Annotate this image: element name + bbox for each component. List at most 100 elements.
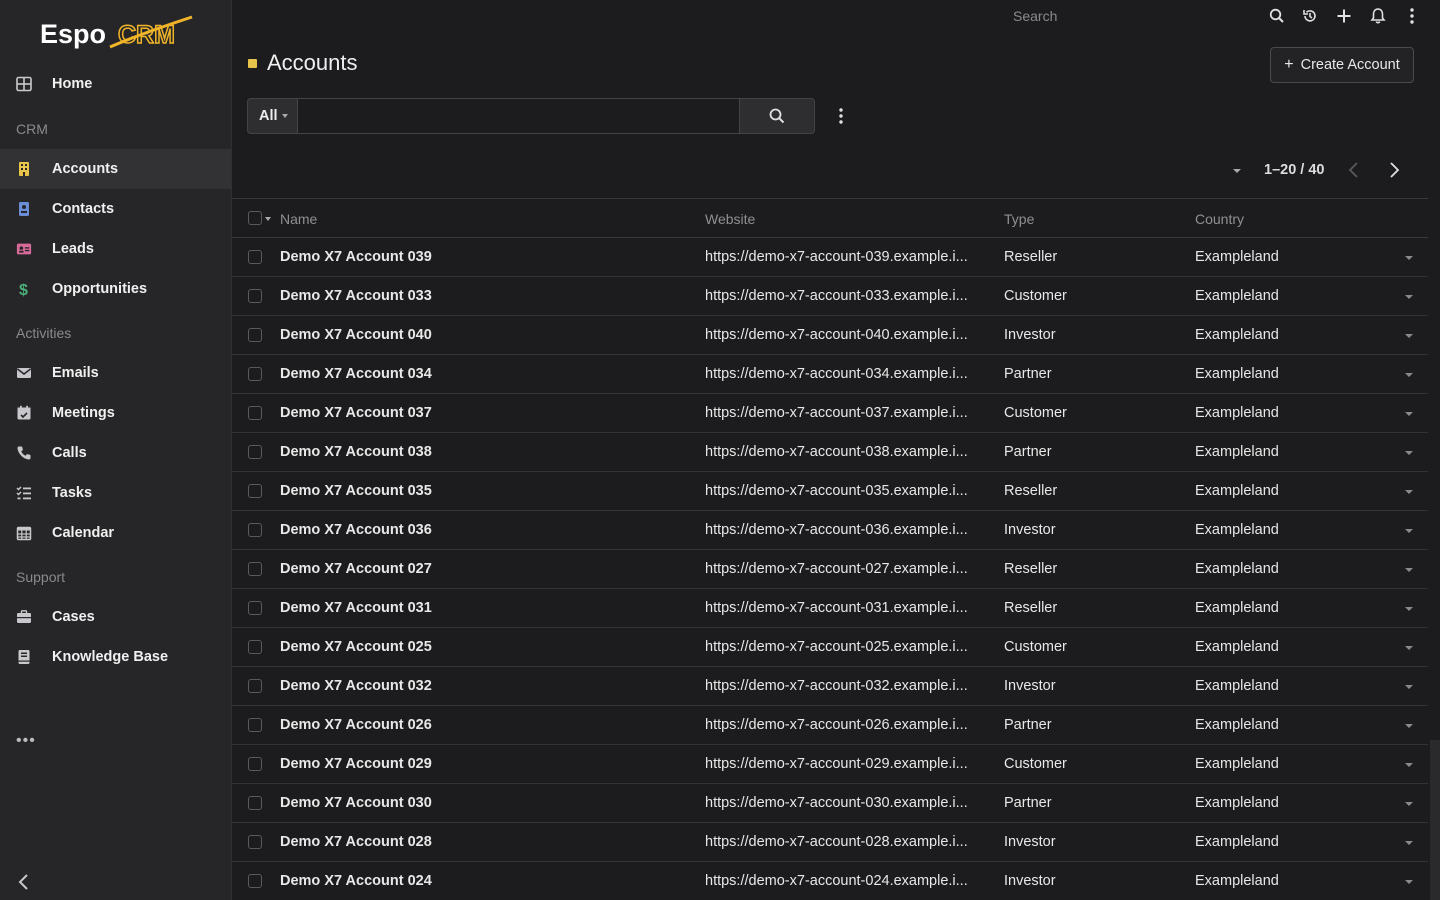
bell-icon[interactable] — [1369, 7, 1387, 25]
row-checkbox[interactable] — [248, 445, 262, 459]
account-name-link[interactable]: Demo X7 Account 030 — [280, 795, 680, 811]
table-row[interactable]: Demo X7 Account 025 https://demo-x7-accou… — [232, 628, 1428, 667]
table-row[interactable]: Demo X7 Account 035 https://demo-x7-accou… — [232, 472, 1428, 511]
account-website-link[interactable]: https://demo-x7-account-024.example.i... — [705, 873, 990, 889]
create-account-button[interactable]: + Create Account — [1270, 47, 1414, 83]
column-header-country[interactable]: Country — [1195, 211, 1244, 227]
select-all-caret-icon[interactable] — [265, 217, 271, 221]
sidebar-more-button[interactable]: ••• — [16, 732, 36, 750]
row-checkbox[interactable] — [248, 367, 262, 381]
row-checkbox[interactable] — [248, 757, 262, 771]
filter-all-dropdown[interactable]: All — [247, 98, 298, 134]
row-actions-caret-icon[interactable] — [1405, 256, 1413, 260]
row-actions-caret-icon[interactable] — [1405, 841, 1413, 845]
row-checkbox[interactable] — [248, 601, 262, 615]
table-row[interactable]: Demo X7 Account 038 https://demo-x7-accou… — [232, 433, 1428, 472]
row-actions-caret-icon[interactable] — [1405, 334, 1413, 338]
account-name-link[interactable]: Demo X7 Account 027 — [280, 561, 680, 577]
table-row[interactable]: Demo X7 Account 031 https://demo-x7-accou… — [232, 589, 1428, 628]
account-name-link[interactable]: Demo X7 Account 028 — [280, 834, 680, 850]
sidebar-item-calls[interactable]: Calls — [0, 433, 231, 473]
account-website-link[interactable]: https://demo-x7-account-033.example.i... — [705, 288, 990, 304]
previous-page-icon[interactable] — [1347, 160, 1361, 180]
table-row[interactable]: Demo X7 Account 032 https://demo-x7-accou… — [232, 667, 1428, 706]
row-checkbox[interactable] — [248, 640, 262, 654]
history-icon[interactable] — [1301, 7, 1319, 25]
search-options-kebab-icon[interactable] — [836, 106, 846, 126]
global-search-input[interactable]: Search — [1013, 8, 1057, 24]
sidebar-item-meetings[interactable]: Meetings — [0, 393, 231, 433]
account-website-link[interactable]: https://demo-x7-account-034.example.i... — [705, 366, 990, 382]
account-name-link[interactable]: Demo X7 Account 036 — [280, 522, 680, 538]
plus-icon[interactable] — [1335, 7, 1353, 25]
row-actions-caret-icon[interactable] — [1405, 724, 1413, 728]
espocrm-logo[interactable]: Espo CRM — [40, 14, 200, 54]
search-icon[interactable] — [1268, 7, 1286, 25]
sidebar-item-emails[interactable]: Emails — [0, 353, 231, 393]
text-filter-input[interactable] — [298, 98, 740, 134]
row-checkbox[interactable] — [248, 796, 262, 810]
sidebar-item-home[interactable]: Home — [0, 64, 231, 104]
row-actions-caret-icon[interactable] — [1405, 412, 1413, 416]
account-website-link[interactable]: https://demo-x7-account-038.example.i... — [705, 444, 990, 460]
column-header-name[interactable]: Name — [280, 211, 317, 227]
account-website-link[interactable]: https://demo-x7-account-036.example.i... — [705, 522, 990, 538]
row-checkbox[interactable] — [248, 835, 262, 849]
sidebar-item-cases[interactable]: Cases — [0, 597, 231, 637]
sidebar-item-knowledge-base[interactable]: Knowledge Base — [0, 637, 231, 677]
row-checkbox[interactable] — [248, 250, 262, 264]
row-checkbox[interactable] — [248, 679, 262, 693]
table-row[interactable]: Demo X7 Account 029 https://demo-x7-accou… — [232, 745, 1428, 784]
account-name-link[interactable]: Demo X7 Account 033 — [280, 288, 680, 304]
sidebar-item-contacts[interactable]: Contacts — [0, 189, 231, 229]
row-actions-caret-icon[interactable] — [1405, 295, 1413, 299]
row-checkbox[interactable] — [248, 718, 262, 732]
table-row[interactable]: Demo X7 Account 036 https://demo-x7-accou… — [232, 511, 1428, 550]
account-website-link[interactable]: https://demo-x7-account-040.example.i... — [705, 327, 990, 343]
account-name-link[interactable]: Demo X7 Account 034 — [280, 366, 680, 382]
table-row[interactable]: Demo X7 Account 037 https://demo-x7-accou… — [232, 394, 1428, 433]
row-actions-caret-icon[interactable] — [1405, 490, 1413, 494]
account-name-link[interactable]: Demo X7 Account 031 — [280, 600, 680, 616]
account-website-link[interactable]: https://demo-x7-account-029.example.i... — [705, 756, 990, 772]
row-checkbox[interactable] — [248, 406, 262, 420]
account-name-link[interactable]: Demo X7 Account 035 — [280, 483, 680, 499]
table-row[interactable]: Demo X7 Account 028 https://demo-x7-accou… — [232, 823, 1428, 862]
row-checkbox[interactable] — [248, 562, 262, 576]
collapse-sidebar-icon[interactable] — [16, 872, 32, 892]
sidebar-item-accounts[interactable]: Accounts — [0, 149, 231, 189]
row-actions-caret-icon[interactable] — [1405, 880, 1413, 884]
table-row[interactable]: Demo X7 Account 034 https://demo-x7-accou… — [232, 355, 1428, 394]
row-actions-caret-icon[interactable] — [1405, 802, 1413, 806]
sidebar-item-tasks[interactable]: Tasks — [0, 473, 231, 513]
account-website-link[interactable]: https://demo-x7-account-025.example.i... — [705, 639, 990, 655]
table-row[interactable]: Demo X7 Account 039 https://demo-x7-accou… — [232, 238, 1428, 277]
table-row[interactable]: Demo X7 Account 027 https://demo-x7-accou… — [232, 550, 1428, 589]
account-name-link[interactable]: Demo X7 Account 025 — [280, 639, 680, 655]
sidebar-item-calendar[interactable]: Calendar — [0, 513, 231, 553]
pagination-dropdown-caret-icon[interactable] — [1233, 169, 1241, 173]
row-checkbox[interactable] — [248, 289, 262, 303]
row-actions-caret-icon[interactable] — [1405, 607, 1413, 611]
menu-kebab-icon[interactable] — [1403, 7, 1421, 25]
table-row[interactable]: Demo X7 Account 040 https://demo-x7-accou… — [232, 316, 1428, 355]
column-header-website[interactable]: Website — [705, 211, 755, 227]
account-website-link[interactable]: https://demo-x7-account-030.example.i... — [705, 795, 990, 811]
row-actions-caret-icon[interactable] — [1405, 646, 1413, 650]
account-name-link[interactable]: Demo X7 Account 038 — [280, 444, 680, 460]
account-name-link[interactable]: Demo X7 Account 037 — [280, 405, 680, 421]
account-website-link[interactable]: https://demo-x7-account-031.example.i... — [705, 600, 990, 616]
account-name-link[interactable]: Demo X7 Account 040 — [280, 327, 680, 343]
table-row[interactable]: Demo X7 Account 033 https://demo-x7-accou… — [232, 277, 1428, 316]
row-actions-caret-icon[interactable] — [1405, 568, 1413, 572]
account-website-link[interactable]: https://demo-x7-account-032.example.i... — [705, 678, 990, 694]
account-name-link[interactable]: Demo X7 Account 024 — [280, 873, 680, 889]
account-website-link[interactable]: https://demo-x7-account-027.example.i... — [705, 561, 990, 577]
column-header-type[interactable]: Type — [1004, 211, 1034, 227]
sidebar-item-leads[interactable]: Leads — [0, 229, 231, 269]
account-website-link[interactable]: https://demo-x7-account-035.example.i... — [705, 483, 990, 499]
search-button[interactable] — [739, 98, 815, 134]
account-website-link[interactable]: https://demo-x7-account-039.example.i... — [705, 249, 990, 265]
row-actions-caret-icon[interactable] — [1405, 451, 1413, 455]
account-website-link[interactable]: https://demo-x7-account-037.example.i... — [705, 405, 990, 421]
